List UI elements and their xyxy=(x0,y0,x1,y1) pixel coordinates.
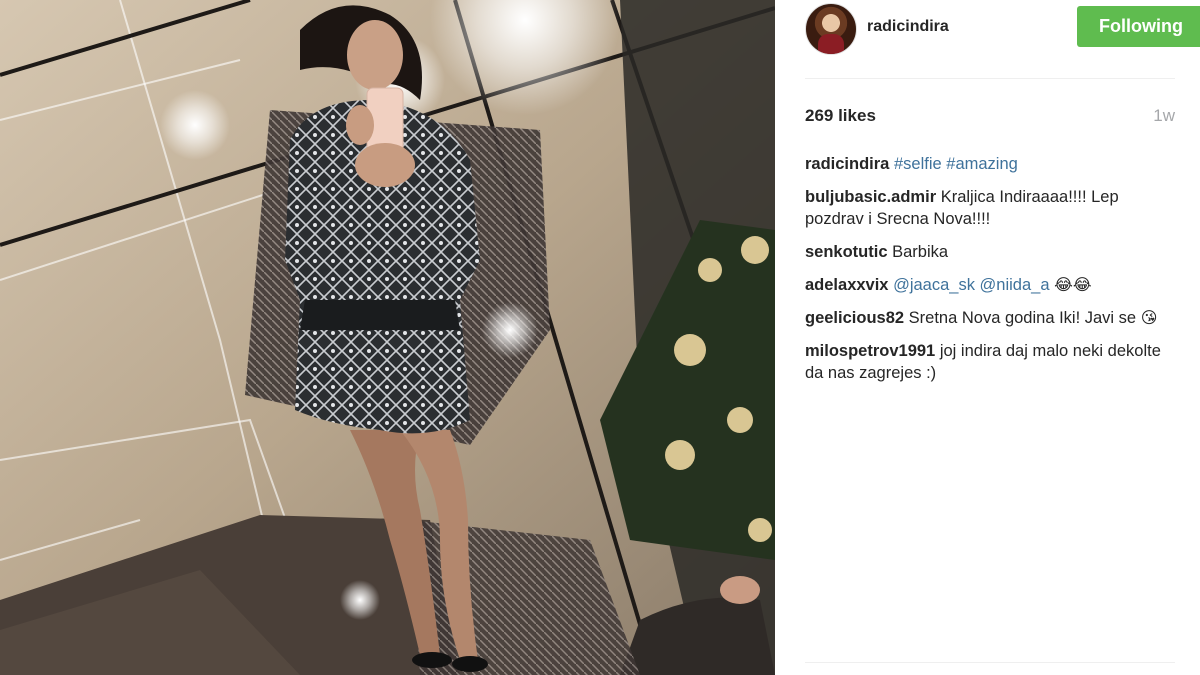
hashtag-link[interactable]: #selfie xyxy=(894,155,942,173)
avatar[interactable] xyxy=(805,3,857,55)
laughing-crying-emoji-icon: 😂 xyxy=(1054,277,1073,294)
comment-username[interactable]: senkotutic xyxy=(805,243,888,261)
comment-username[interactable]: adelaxxvix xyxy=(805,276,888,294)
caption: radicindira #selfie #amazing xyxy=(805,153,1165,175)
post-sidebar: radicindira Following 269 likes 1w radic… xyxy=(775,0,1200,675)
comment-item: milospetrov1991 joj indira daj malo neki… xyxy=(805,340,1165,384)
comment-text: Sretna Nova godina Iki! Javi se xyxy=(908,309,1137,327)
comment-username[interactable]: geelicious82 xyxy=(805,309,904,327)
likes-count[interactable]: 269 likes xyxy=(805,106,876,126)
post-header: radicindira Following xyxy=(805,0,1200,79)
mention-link[interactable]: @niida_a xyxy=(980,276,1050,294)
comment-item: buljubasic.admir Kraljica Indiraaaa!!!! … xyxy=(805,186,1165,230)
comment-item: adelaxxvix @jaaca_sk @niida_a 😂😂 xyxy=(805,274,1165,296)
header-username[interactable]: radicindira xyxy=(867,18,949,36)
kiss-emoji-icon: 😘 xyxy=(1140,310,1158,327)
comment-item: geelicious82 Sretna Nova godina Iki! Jav… xyxy=(805,307,1165,329)
following-button[interactable]: Following xyxy=(1077,6,1200,47)
comment-text: Barbika xyxy=(892,243,949,261)
comment-username[interactable]: milospetrov1991 xyxy=(805,342,935,360)
comment-username[interactable]: buljubasic.admir xyxy=(805,188,936,206)
post-time[interactable]: 1w xyxy=(1153,106,1175,126)
post-photo[interactable] xyxy=(0,0,775,675)
mirror-selfie-image xyxy=(0,0,775,675)
laughing-crying-emoji-icon: 😂 xyxy=(1072,277,1092,294)
mention-link[interactable]: @jaaca_sk xyxy=(893,276,975,294)
divider xyxy=(805,662,1175,663)
avatar-dress xyxy=(818,34,844,54)
hashtag-link[interactable]: #amazing xyxy=(946,155,1018,173)
caption-username[interactable]: radicindira xyxy=(805,155,889,173)
comments-list: radicindira #selfie #amazing buljubasic.… xyxy=(805,153,1165,395)
comment-item: senkotutic Barbika xyxy=(805,241,1165,263)
